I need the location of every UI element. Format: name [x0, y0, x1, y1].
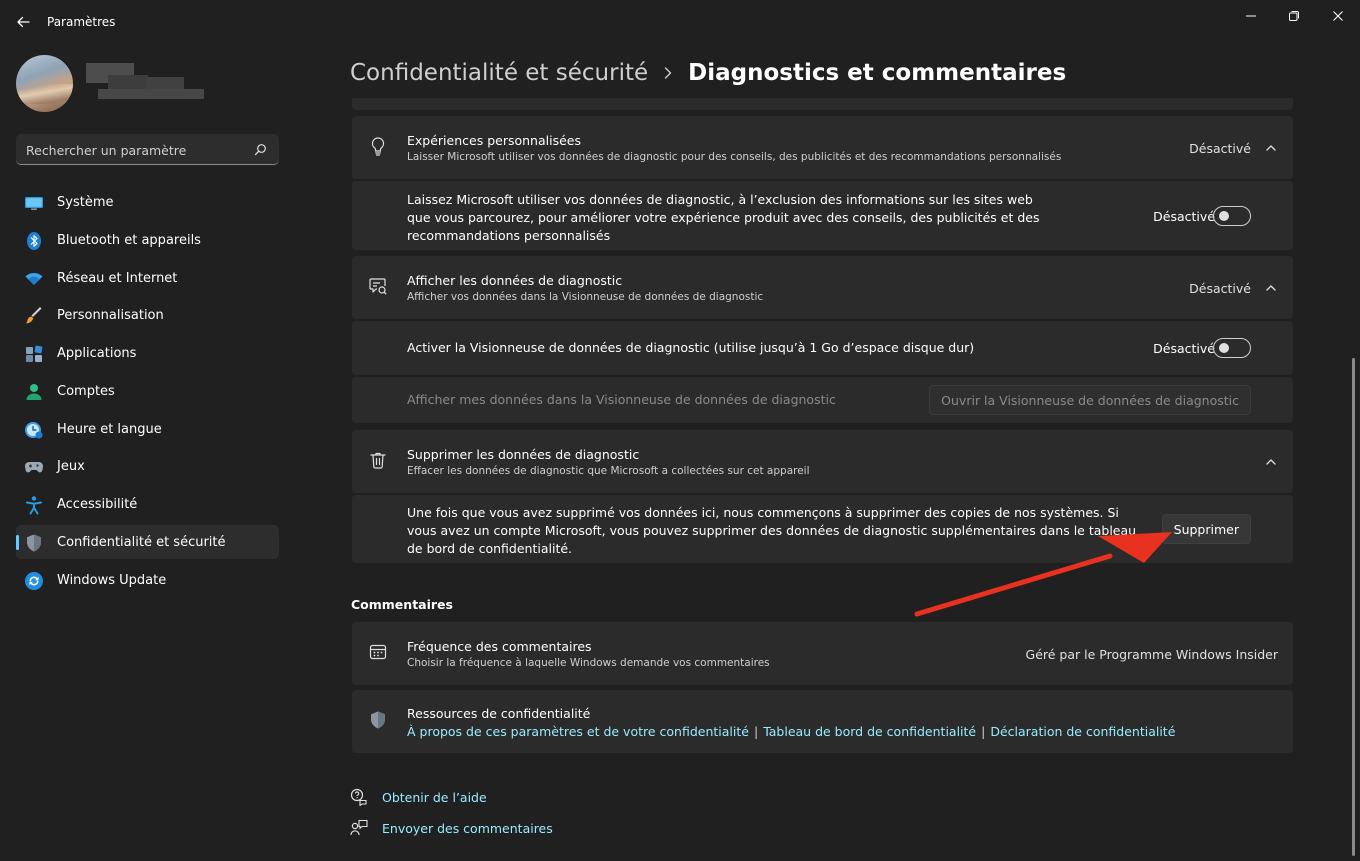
link-privacy-dashboard[interactable]: Tableau de bord de confidentialité [763, 724, 976, 739]
status-text: Désactivé [1189, 141, 1251, 156]
help-chat-icon [350, 788, 367, 806]
diagnostic-viewer-icon [369, 278, 387, 295]
feedback-person-icon [350, 819, 368, 836]
privacy-links: À propos de ces paramètres et de votre c… [407, 724, 1176, 739]
close-icon [1333, 11, 1343, 21]
status-text: Désactivé [1189, 281, 1251, 296]
experiences-toggle[interactable] [1213, 206, 1251, 226]
minimize-button[interactable] [1233, 6, 1269, 26]
experiences-card-header[interactable]: Expériences personnalisées Laisser Micro… [352, 116, 1293, 179]
privacy-resources-card: Ressources de confidentialité [352, 690, 1293, 753]
trash-icon [370, 452, 386, 469]
back-arrow-icon[interactable] [14, 13, 32, 31]
chevron-right-icon [664, 67, 672, 79]
restore-button[interactable] [1276, 6, 1312, 26]
send-feedback-link[interactable]: Envoyer des commentaires [350, 819, 553, 837]
delete-button[interactable]: Supprimer [1161, 514, 1251, 544]
link-about-settings[interactable]: À propos de ces paramètres et de votre c… [407, 724, 749, 739]
title-bar: Paramètres [0, 0, 1360, 44]
minimize-icon [1246, 15, 1256, 17]
chevron-up-icon[interactable] [1265, 282, 1277, 294]
breadcrumb-parent[interactable]: Confidentialité et sécurité [350, 60, 648, 86]
calendar-icon [369, 644, 387, 660]
feedback-frequency-card[interactable]: Fréquence des commentaires Choisir la fr… [352, 622, 1293, 685]
restore-icon [1289, 11, 1299, 21]
page-title: Diagnostics et commentaires [688, 60, 1067, 86]
breadcrumb: Confidentialité et sécurité Diagnostics … [350, 56, 1066, 90]
close-button[interactable] [1320, 6, 1356, 26]
shield-icon [371, 711, 385, 729]
viewer-card-header[interactable]: Afficher les données de diagnostic Affic… [352, 256, 1293, 319]
delete-card-option: Une fois que vous avez supprimé vos donn… [352, 495, 1293, 563]
open-viewer-button[interactable]: Ouvrir la Visionneuse de données de diag… [929, 385, 1251, 415]
content-scroll-area[interactable]: Expériences personnalisées Laisser Micro… [0, 98, 1346, 861]
app-title: Paramètres [47, 15, 116, 29]
section-heading-commentaires: Commentaires [351, 597, 453, 612]
chevron-up-icon[interactable] [1265, 456, 1277, 468]
get-help-link[interactable]: Obtenir de l’aide [350, 788, 487, 806]
scrollbar-thumb[interactable] [1352, 358, 1355, 856]
viewer-toggle[interactable] [1213, 338, 1251, 358]
viewer-card-option-open: Afficher mes données dans la Visionneuse… [352, 377, 1293, 423]
delete-card-header[interactable]: Supprimer les données de diagnostic Effa… [352, 430, 1293, 493]
viewer-card-option-toggle: Activer la Visionneuse de données de dia… [352, 321, 1293, 375]
link-privacy-statement[interactable]: Déclaration de confidentialité [990, 724, 1175, 739]
partial-card-above [352, 98, 1293, 110]
experiences-card-option: Laissez Microsoft utiliser vos données d… [352, 181, 1293, 250]
chevron-up-icon[interactable] [1265, 142, 1277, 154]
managed-status-text: Géré par le Programme Windows Insider [1025, 647, 1278, 662]
lightbulb-icon [371, 137, 385, 156]
